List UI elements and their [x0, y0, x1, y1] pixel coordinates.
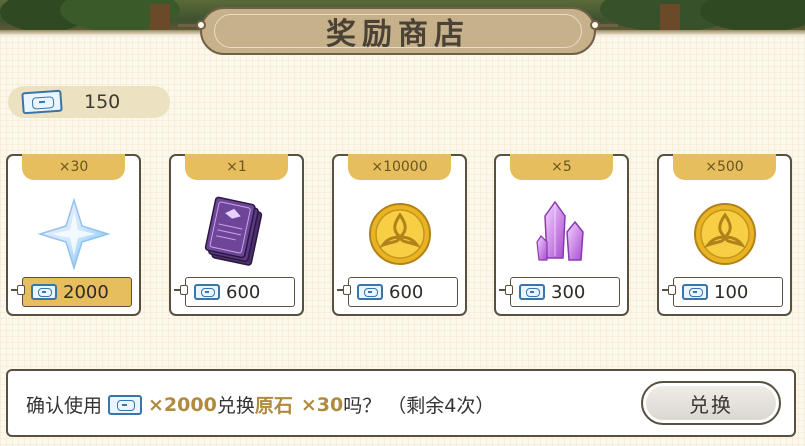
title-banner: 奖励商店 [200, 7, 596, 55]
price-value: 600 [389, 281, 424, 303]
price-tag: 100 [662, 277, 783, 307]
shop-item-crystal[interactable]: ×5 300 [494, 154, 629, 316]
ticket-icon [519, 284, 545, 300]
ticket-icon [682, 284, 708, 300]
item-quantity: ×30 [22, 154, 125, 180]
item-quantity: ×1 [185, 154, 288, 180]
shop-item-book[interactable]: ×1 600 [169, 154, 304, 316]
item-quantity: ×500 [673, 154, 776, 180]
confirm-dialog: 确认使用 ×2000 兑换 原石 ×30 吗？ （剩余4次） 兑换 [6, 369, 796, 437]
confirm-item-qty: ×30 [300, 393, 344, 416]
shop-item-primogem[interactable]: ×30 2000 [6, 154, 141, 316]
confirm-message: 确认使用 ×2000 兑换 原石 ×30 吗？ （剩余4次） [26, 391, 494, 418]
ticket-icon [194, 284, 220, 300]
confirm-remaining: （剩余4次） [387, 395, 495, 417]
confirm-item-name: 原石 [254, 395, 293, 417]
ticket-icon [357, 284, 383, 300]
book-icon [204, 196, 262, 266]
price-tag: 600 [174, 277, 295, 307]
confirm-exchange-word: 兑换 [216, 395, 255, 417]
ticket-icon [108, 394, 143, 415]
price-tag: 2000 [11, 277, 132, 307]
currency-amount: 150 [84, 91, 121, 113]
primogem-icon [36, 197, 111, 271]
item-quantity: ×5 [510, 154, 613, 180]
price-tag: 300 [499, 277, 620, 307]
shop-item-mora-10000[interactable]: ×10000 600 [332, 154, 467, 316]
item-quantity: ×10000 [348, 154, 451, 180]
shop-item-mora-500[interactable]: ×500 100 [657, 154, 792, 316]
price-value: 600 [226, 281, 261, 303]
currency-balance: 150 [8, 86, 170, 118]
confirm-prefix: 确认使用 [26, 395, 103, 417]
price-value: 100 [714, 281, 749, 303]
confirm-suffix: 吗？ [343, 395, 382, 417]
mora-coin-icon [368, 203, 431, 265]
price-value: 300 [551, 281, 586, 303]
price-value: 2000 [63, 281, 109, 303]
confirm-cost: ×2000 [148, 393, 217, 416]
mora-coin-icon [693, 203, 756, 265]
exchange-button[interactable]: 兑换 [641, 381, 781, 425]
ticket-icon [21, 89, 63, 115]
price-tag: 600 [337, 277, 458, 307]
page-title: 奖励商店 [326, 17, 470, 52]
ticket-icon [31, 284, 57, 300]
crystal-icon [535, 200, 584, 261]
